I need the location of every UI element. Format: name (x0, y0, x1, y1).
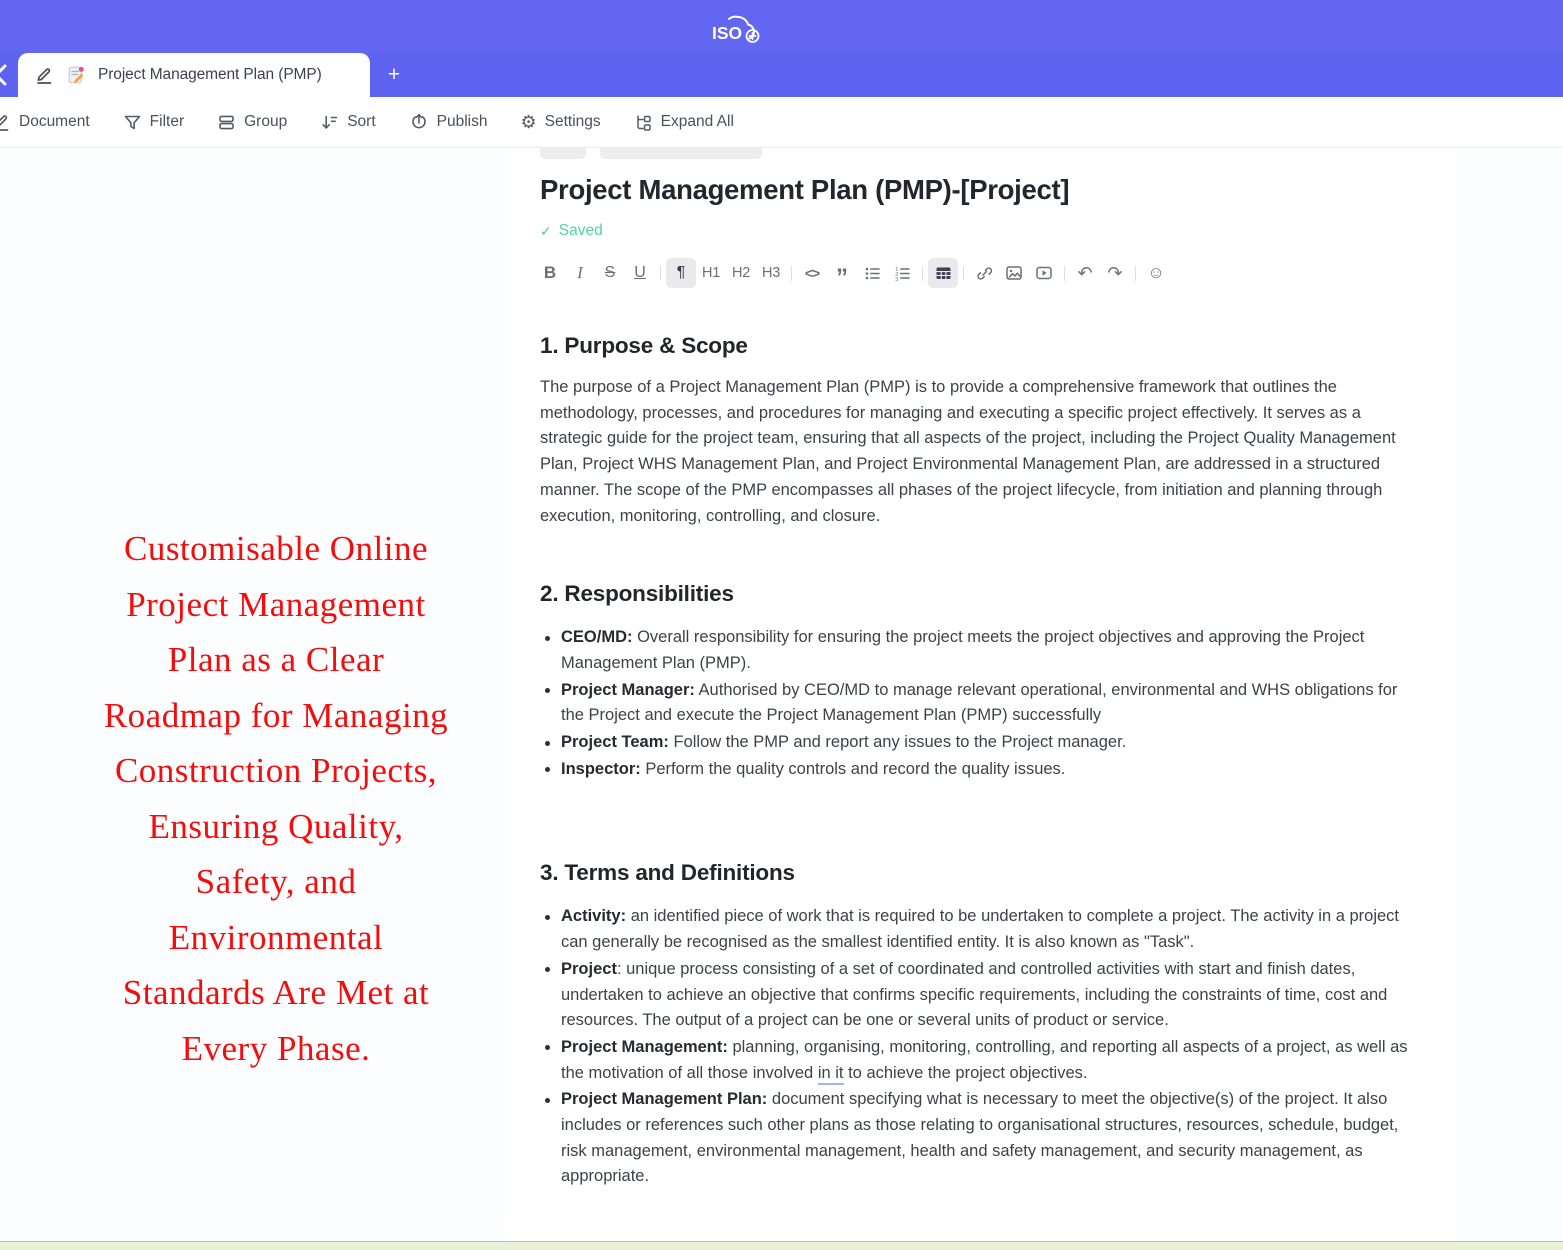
video-button[interactable] (1029, 258, 1059, 288)
back-chevron-icon[interactable] (0, 63, 13, 87)
list-item[interactable]: Project Team: Follow the PMP and report … (540, 730, 1420, 756)
menu-item-filter[interactable]: Filter (123, 113, 184, 132)
bottom-banner-strip (0, 1241, 1563, 1250)
paragraph-button[interactable]: ¶ (666, 258, 696, 288)
bullet-list-button[interactable] (857, 258, 887, 288)
menu-item-sort[interactable]: Sort (320, 113, 375, 132)
divider (922, 266, 923, 281)
bold-button[interactable]: B (535, 258, 565, 288)
tab-label: Project Management Plan (PMP) (98, 66, 322, 84)
heading3-button[interactable]: H3 (756, 258, 786, 288)
divider (1135, 266, 1136, 281)
tab-project-management-plan[interactable]: Project Management Plan (PMP) (18, 53, 370, 97)
table-icon (935, 265, 952, 282)
plus-icon: + (388, 63, 400, 87)
list-item[interactable]: Project: unique process consisting of a … (540, 957, 1420, 1034)
list-item[interactable]: Project Management: planning, organising… (540, 1035, 1420, 1086)
menu-item-publish[interactable]: Publish (409, 112, 488, 132)
new-tab-button[interactable]: + (378, 59, 410, 91)
italic-button[interactable]: I (565, 258, 595, 288)
save-status-label: Saved (559, 222, 603, 240)
check-icon: ✓ (540, 223, 552, 240)
save-status: ✓ Saved (540, 222, 1420, 240)
numbered-list-button[interactable]: 123 (887, 258, 917, 288)
format-toolbar: B I S U ¶ H1 H2 H3 <> ” (535, 256, 1420, 290)
bullet-list-icon (864, 265, 881, 282)
tab-strip: Project Management Plan (PMP) + (0, 53, 1563, 97)
strikethrough-button[interactable]: S (595, 258, 625, 288)
app-top-bar: ISO (0, 0, 1563, 53)
group-rows-icon (217, 113, 236, 132)
content-area: Project Management Plan (PMP)-[Project] … (0, 148, 1563, 1241)
divider (791, 266, 792, 281)
divider (1064, 266, 1065, 281)
image-icon (1005, 264, 1023, 282)
menu-item-settings[interactable]: ⚙ Settings (520, 113, 600, 131)
blockquote-button[interactable]: ” (827, 258, 857, 288)
bullet-list: Activity: an identified piece of work th… (540, 904, 1420, 1190)
section-heading[interactable]: 1. Purpose & Scope (540, 331, 1420, 361)
grammar-suggestion[interactable]: in it (818, 1064, 844, 1085)
list-item[interactable]: Project Management Plan: document specif… (540, 1087, 1420, 1190)
document-colored-icon (66, 65, 86, 85)
promo-overlay-text: Customisable Online Project Management P… (52, 521, 500, 1076)
expand-all-tree-icon (634, 113, 653, 132)
video-icon (1035, 264, 1053, 282)
section-purpose-scope: 1. Purpose & Scope The purpose of a Proj… (540, 331, 1420, 529)
list-item[interactable]: Activity: an identified piece of work th… (540, 904, 1420, 955)
undo-button[interactable]: ↶ (1070, 258, 1100, 288)
logo-text: ISO (712, 23, 742, 43)
publish-upload-icon (409, 112, 429, 132)
link-button[interactable] (969, 258, 999, 288)
edit-pencil-icon (0, 112, 11, 132)
document-title[interactable]: Project Management Plan (PMP)-[Project] (540, 171, 1420, 209)
emoji-button[interactable]: ☺ (1141, 258, 1171, 288)
filter-funnel-icon (123, 113, 142, 132)
underline-button[interactable]: U (625, 258, 655, 288)
numbered-list-icon: 123 (894, 265, 911, 282)
section-responsibilities: 2. Responsibilities CEO/MD: Overall resp… (540, 579, 1420, 782)
bullet-list: CEO/MD: Overall responsibility for ensur… (540, 625, 1420, 782)
iso-plus-cloud-logo: ISO (700, 6, 770, 48)
menu-item-group[interactable]: Group (217, 113, 287, 132)
section-terms-definitions: 3. Terms and Definitions Activity: an id… (540, 858, 1420, 1190)
table-button[interactable] (928, 258, 958, 288)
section-heading[interactable]: 3. Terms and Definitions (540, 858, 1420, 888)
menu-item-expand-all[interactable]: Expand All (634, 113, 734, 132)
link-icon (976, 265, 993, 282)
divider (963, 266, 964, 281)
list-item[interactable]: Project Manager: Authorised by CEO/MD to… (540, 678, 1420, 729)
sort-arrow-icon (320, 113, 339, 132)
redo-button[interactable]: ↷ (1100, 258, 1130, 288)
divider (660, 266, 661, 281)
menu-item-document[interactable]: Document (0, 112, 90, 132)
code-button[interactable]: <> (797, 258, 827, 288)
document-editor[interactable]: Project Management Plan (PMP)-[Project] … (540, 148, 1420, 1191)
image-button[interactable] (999, 258, 1029, 288)
svg-text:3: 3 (895, 277, 898, 282)
heading1-button[interactable]: H1 (696, 258, 726, 288)
heading2-button[interactable]: H2 (726, 258, 756, 288)
section-heading[interactable]: 2. Responsibilities (540, 579, 1420, 609)
gear-icon: ⚙ (520, 113, 536, 131)
list-item[interactable]: CEO/MD: Overall responsibility for ensur… (540, 625, 1420, 676)
section-body[interactable]: The purpose of a Project Management Plan… (540, 375, 1420, 529)
list-item[interactable]: Inspector: Perform the quality controls … (540, 757, 1420, 783)
view-menubar: Document Filter Group Sort Publish ⚙ Set… (0, 97, 1563, 148)
edit-pencil-icon (34, 65, 54, 85)
